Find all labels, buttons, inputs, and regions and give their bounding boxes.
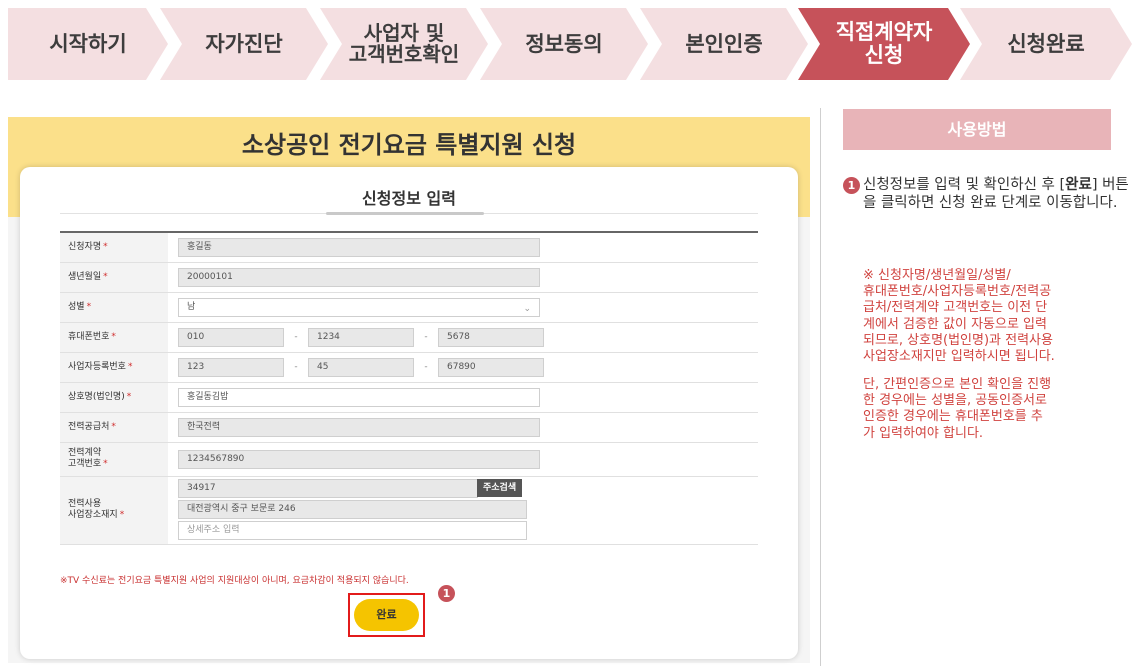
tv-fee-notice: ※TV 수신료는 전기요금 특별지원 사업의 지원대상이 아니며, 요금차감이 … — [60, 576, 409, 586]
chevron-down-icon: ⌄ — [523, 303, 531, 314]
field-label: 사업자등록번호 * — [60, 352, 168, 383]
bizno-part1-field: 123 — [178, 357, 284, 377]
step-business-customer-check: 사업자 및 고객번호확인 — [320, 8, 488, 80]
help-instruction: 신청정보를 입력 및 확인하신 후 [완료] 버튼을 클릭하면 신청 완료 단계… — [863, 177, 1129, 211]
form-row-address: 전력사용 사업장소재지 * 34917 주소검색 대전광역시 중구 보문로 246 … — [60, 476, 758, 545]
step-label: 신청완료 — [1007, 31, 1085, 56]
form-row-customer-no: 전력계약 고객번호 * 1234567890 — [60, 442, 758, 477]
help-note: ※ 신청자명/생년월일/성별/ 휴대폰번호/사업자등록번호/전력공 급처/전력계… — [863, 268, 1055, 365]
bizno-part2-field: 45 — [308, 357, 414, 377]
field-label: 생년월일 * — [60, 262, 168, 293]
zipcode-field: 34917 — [178, 478, 478, 498]
form-row-birth: 생년월일 * 20000101 — [60, 262, 758, 293]
step-progress-bar: 시작하기 자가진단 사업자 및 고객번호확인 정보동의 본인인증 직접계약자 신… — [0, 0, 1143, 86]
step-complete: 신청완료 — [960, 8, 1132, 80]
help-header: 사용방법 — [843, 109, 1111, 150]
form-title: 신청정보 입력 — [362, 189, 456, 208]
step-label: 직접계약자 신청 — [835, 20, 933, 67]
help-step-badge: 1 — [843, 177, 860, 194]
step-label: 시작하기 — [49, 31, 127, 56]
phone-part3-field: 5678 — [438, 327, 544, 347]
field-label: 전력사용 사업장소재지 * — [60, 476, 168, 545]
company-name-input[interactable]: 홍길동김밥 — [178, 387, 540, 407]
step-start: 시작하기 — [8, 8, 168, 80]
step-label: 본인인증 — [685, 31, 763, 56]
vertical-divider — [820, 108, 821, 666]
field-label: 성별 * — [60, 292, 168, 323]
step-label: 정보동의 — [525, 31, 603, 56]
form-card: 신청정보 입력 신청자명 * 홍길동 생년월일 * 20000101 성별 * 남 ⌄ … — [20, 167, 798, 659]
step-label: 사업자 및 고객번호확인 — [348, 21, 460, 66]
birthdate-field: 20000101 — [178, 267, 540, 287]
form-row-phone: 휴대폰번호 * 010-1234-5678 — [60, 322, 758, 353]
help-step: 1 신청정보를 입력 및 확인하신 후 [완료] 버튼을 클릭하면 신청 완료 … — [843, 176, 1141, 211]
form-row-gender: 성별 * 남 ⌄ — [60, 292, 758, 323]
form-row-name: 신청자명 * 홍길동 — [60, 232, 758, 263]
field-label: 전력계약 고객번호 * — [60, 442, 168, 477]
page: 시작하기 자가진단 사업자 및 고객번호확인 정보동의 본인인증 직접계약자 신… — [0, 0, 1143, 668]
application-form: 신청자명 * 홍길동 생년월일 * 20000101 성별 * 남 ⌄ 휴대폰번호 * 0… — [60, 231, 758, 545]
bizno-part3-field: 67890 — [438, 357, 544, 377]
customer-number-field: 1234567890 — [178, 449, 540, 469]
field-label: 전력공급처 * — [60, 412, 168, 443]
form-row-company: 상호명(법인명) * 홍길동김밥 — [60, 382, 758, 413]
address-field: 대전광역시 중구 보문로 246 — [178, 499, 527, 519]
step-number-badge: 1 — [438, 585, 455, 602]
address-search-button[interactable]: 주소검색 — [477, 479, 523, 497]
step-consent: 정보동의 — [480, 8, 648, 80]
phone-part2-field: 1234 — [308, 327, 414, 347]
page-title: 소상공인 전기요금 특별지원 신청 — [241, 131, 577, 159]
phone-part1-field: 010 — [178, 327, 284, 347]
gender-select[interactable]: 남 ⌄ — [178, 297, 540, 317]
field-label: 신청자명 * — [60, 232, 168, 263]
step-identity-verification: 본인인증 — [640, 8, 808, 80]
field-label: 휴대폰번호 * — [60, 322, 168, 353]
submit-highlight: 완료 — [348, 593, 425, 637]
help-note-extra: 단, 간편인증으로 본인 확인을 진행 한 경우에는 성별을, 공동인증서로 인… — [863, 377, 1052, 441]
title-underline — [326, 212, 484, 215]
form-row-supplier: 전력공급처 * 한국전력 — [60, 412, 758, 443]
supplier-field: 한국전력 — [178, 417, 540, 437]
name-field: 홍길동 — [178, 237, 540, 257]
step-self-diagnosis: 자가진단 — [160, 8, 328, 80]
application-panel: 소상공인 전기요금 특별지원 신청 신청정보 입력 신청자명 * 홍길동 생년월일… — [8, 117, 810, 663]
field-label: 상호명(법인명) * — [60, 382, 168, 413]
address-detail-input[interactable]: 상세주소 입력 — [178, 520, 527, 540]
form-row-bizno: 사업자등록번호 * 123-45-67890 — [60, 352, 758, 383]
step-direct-contract-apply: 직접계약자 신청 — [798, 8, 970, 80]
complete-button[interactable]: 완료 — [354, 599, 419, 631]
step-label: 자가진단 — [205, 31, 283, 56]
